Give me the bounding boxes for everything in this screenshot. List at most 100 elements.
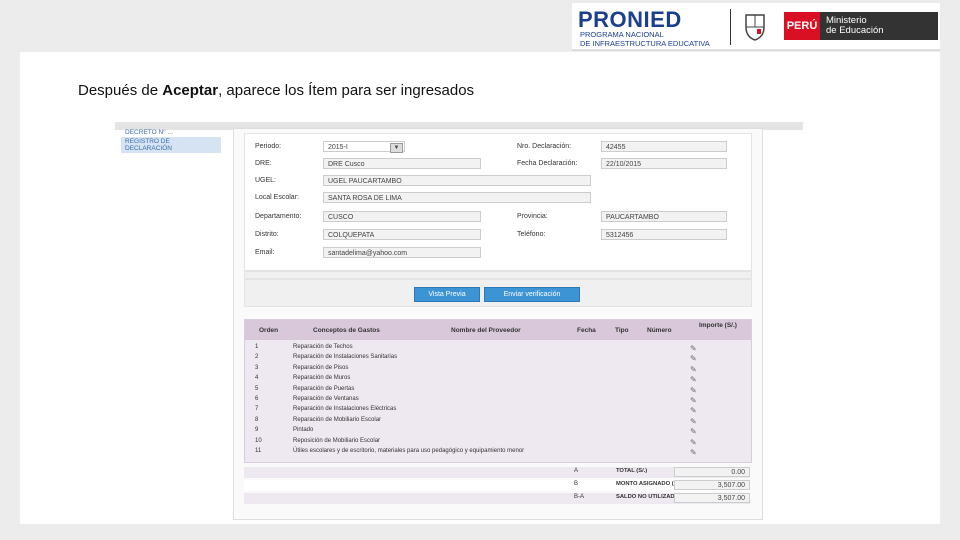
coat-of-arms-icon <box>745 14 765 41</box>
row-number: 5 <box>255 385 259 392</box>
row-number: 11 <box>255 448 262 454</box>
ministry-badge: Ministerio de Educación <box>820 12 938 40</box>
edit-icon[interactable]: ✎ <box>690 344 697 353</box>
table-row: 9 Pintado ✎ <box>245 427 745 437</box>
table-row: 4 Reparación de Muros ✎ <box>245 375 745 385</box>
nro-label: Nro. Declaración: <box>517 143 572 150</box>
edit-icon[interactable]: ✎ <box>690 365 697 374</box>
row-number: 7 <box>255 406 259 413</box>
row-concept: Útiles escolares y de escritorio, materi… <box>293 448 525 454</box>
app-screenshot: DECRETO N° ... REGISTRO DE DECLARACIÓN P… <box>115 122 803 520</box>
preview-button[interactable]: Vista Previa <box>414 287 480 302</box>
total-label: TOTAL (S/.) <box>616 468 648 474</box>
table-row: 11 Útiles escolares y de escritorio, mate… <box>245 448 745 458</box>
row-number: 4 <box>255 375 259 382</box>
row-number: 3 <box>255 364 259 371</box>
depto-label: Departamento: <box>255 213 302 220</box>
table-row: 10 Reposición de Mobiliario Escolar ✎ <box>245 438 745 448</box>
ugel-label: UGEL: <box>255 177 277 184</box>
distrito-field: COLQUEPATA <box>323 229 481 240</box>
periodo-label: Periodo: <box>255 143 282 150</box>
row-number: 8 <box>255 416 259 423</box>
row-concept: Reparación de Instalaciones Sanitarias <box>293 354 398 361</box>
declaration-form: Periodo: 2015-I ▼ Nro. Declaración: 42455… <box>244 133 752 271</box>
balance-code: B-A <box>574 494 585 500</box>
nav-item-decreto[interactable]: DECRETO N° ... <box>121 128 221 137</box>
email-field: santadelima@yahoo.com <box>323 247 481 258</box>
edit-icon[interactable]: ✎ <box>690 427 697 436</box>
logo-header: PRONIED PROGRAMA NACIONAL DE INFRAESTRUC… <box>572 3 940 51</box>
col-fecha: Fecha <box>577 327 596 334</box>
edit-icon[interactable]: ✎ <box>690 417 697 426</box>
total-code: A <box>574 468 579 474</box>
pronied-subtitle: PROGRAMA NACIONAL DE INFRAESTRUCTURA EDU… <box>580 30 710 48</box>
row-number: 2 <box>255 354 259 361</box>
prov-field: PAUCARTAMBO <box>601 211 727 222</box>
row-concept: Pintado <box>293 427 314 434</box>
col-orden: Orden <box>259 327 279 334</box>
left-nav: DECRETO N° ... REGISTRO DE DECLARACIÓN <box>121 128 221 153</box>
row-concept: Reparación de Ventanas <box>293 396 359 402</box>
dre-label: DRE: <box>255 160 272 167</box>
table-row: 5 Reparación de Puertas ✎ <box>245 386 745 396</box>
table-row: 2 Reparación de Instalaciones Sanitarias ✎ <box>245 354 745 364</box>
row-number: 6 <box>255 396 259 402</box>
totals-section: A TOTAL (S/.) 0.00 B MONTO ASIGNADO (S/.… <box>244 467 750 517</box>
table-row: 1 Reparación de Techos ✎ <box>245 344 745 354</box>
local-label: Local Escolar: <box>255 194 299 201</box>
row-concept: Reparación de Instalaciones Eléctricas <box>293 406 397 413</box>
row-number: 1 <box>255 344 259 350</box>
col-conceptos: Conceptos de Gastos <box>313 327 380 334</box>
peru-badge: PERÚ <box>784 12 820 40</box>
table-row: 6 Reparación de Ventanas ✎ <box>245 396 745 406</box>
fecha-field: 22/10/2015 <box>601 158 727 169</box>
col-proveedor: Nombre del Proveedor <box>451 327 521 334</box>
dre-field: DRE Cusco <box>323 158 481 169</box>
row-concept: Reparación de Muros <box>293 375 351 382</box>
row-concept: Reparación de Mobiliario Escolar <box>293 416 382 423</box>
assigned-row: B MONTO ASIGNADO (S/.) 3,507.00 <box>244 480 750 491</box>
row-concept: Reparación de Pisos <box>293 364 349 371</box>
row-concept: Reposición de Mobiliario Escolar <box>293 437 381 444</box>
edit-icon[interactable]: ✎ <box>690 386 697 395</box>
email-label: Email: <box>255 249 275 256</box>
row-concept: Reparación de Puertas <box>293 385 355 392</box>
nro-field: 42455 <box>601 141 727 152</box>
ugel-field: UGEL PAUCARTAMBO <box>323 175 591 186</box>
table-header: Orden Conceptos de Gastos Nombre del Pro… <box>245 320 751 340</box>
edit-icon[interactable]: ✎ <box>690 396 697 405</box>
prov-label: Provincia: <box>517 213 548 220</box>
total-value: 0.00 <box>674 467 750 477</box>
edit-icon[interactable]: ✎ <box>690 448 697 457</box>
logo-divider <box>730 9 731 45</box>
table-row: 8 Reparación de Mobiliario Escolar ✎ <box>245 417 745 427</box>
balance-row: B-A SALDO NO UTILIZADO (S/.) 3,507.00 <box>244 493 750 504</box>
total-row: A TOTAL (S/.) 0.00 <box>244 467 750 478</box>
row-concept: Reparación de Techos <box>293 344 353 350</box>
expenses-table: Orden Conceptos de Gastos Nombre del Pro… <box>244 319 752 463</box>
edit-icon[interactable]: ✎ <box>690 375 697 384</box>
periodo-select[interactable]: 2015-I ▼ <box>323 141 405 153</box>
separator-strip <box>244 271 752 279</box>
edit-icon[interactable]: ✎ <box>690 354 697 363</box>
distrito-label: Distrito: <box>255 231 279 238</box>
fecha-label: Fecha Declaración: <box>517 160 578 167</box>
tel-field: 5312456 <box>601 229 727 240</box>
send-verification-button[interactable]: Enviar verificación <box>484 287 580 302</box>
chevron-down-icon: ▼ <box>390 143 403 153</box>
row-number: 9 <box>255 427 259 434</box>
local-field: SANTA ROSA DE LIMA <box>323 192 591 203</box>
table-row: 3 Reparación de Pisos ✎ <box>245 365 745 375</box>
assigned-label: MONTO ASIGNADO (S/.) <box>616 481 683 487</box>
edit-icon[interactable]: ✎ <box>690 406 697 415</box>
table-row: 7 Reparación de Instalaciones Eléctricas ✎ <box>245 406 745 416</box>
tel-label: Teléfono: <box>517 231 546 238</box>
slide-caption: Después de Aceptar, aparece los Ítem par… <box>78 82 475 99</box>
balance-value: 3,507.00 <box>674 493 750 503</box>
nav-item-registro[interactable]: REGISTRO DE DECLARACIÓN <box>121 137 221 153</box>
assigned-value: 3,507.00 <box>674 480 750 490</box>
col-tipo: Tipo <box>615 327 629 334</box>
edit-icon[interactable]: ✎ <box>690 438 697 447</box>
main-page: Periodo: 2015-I ▼ Nro. Declaración: 42455… <box>233 128 763 520</box>
col-importe: Importe (S/.) <box>699 322 737 329</box>
